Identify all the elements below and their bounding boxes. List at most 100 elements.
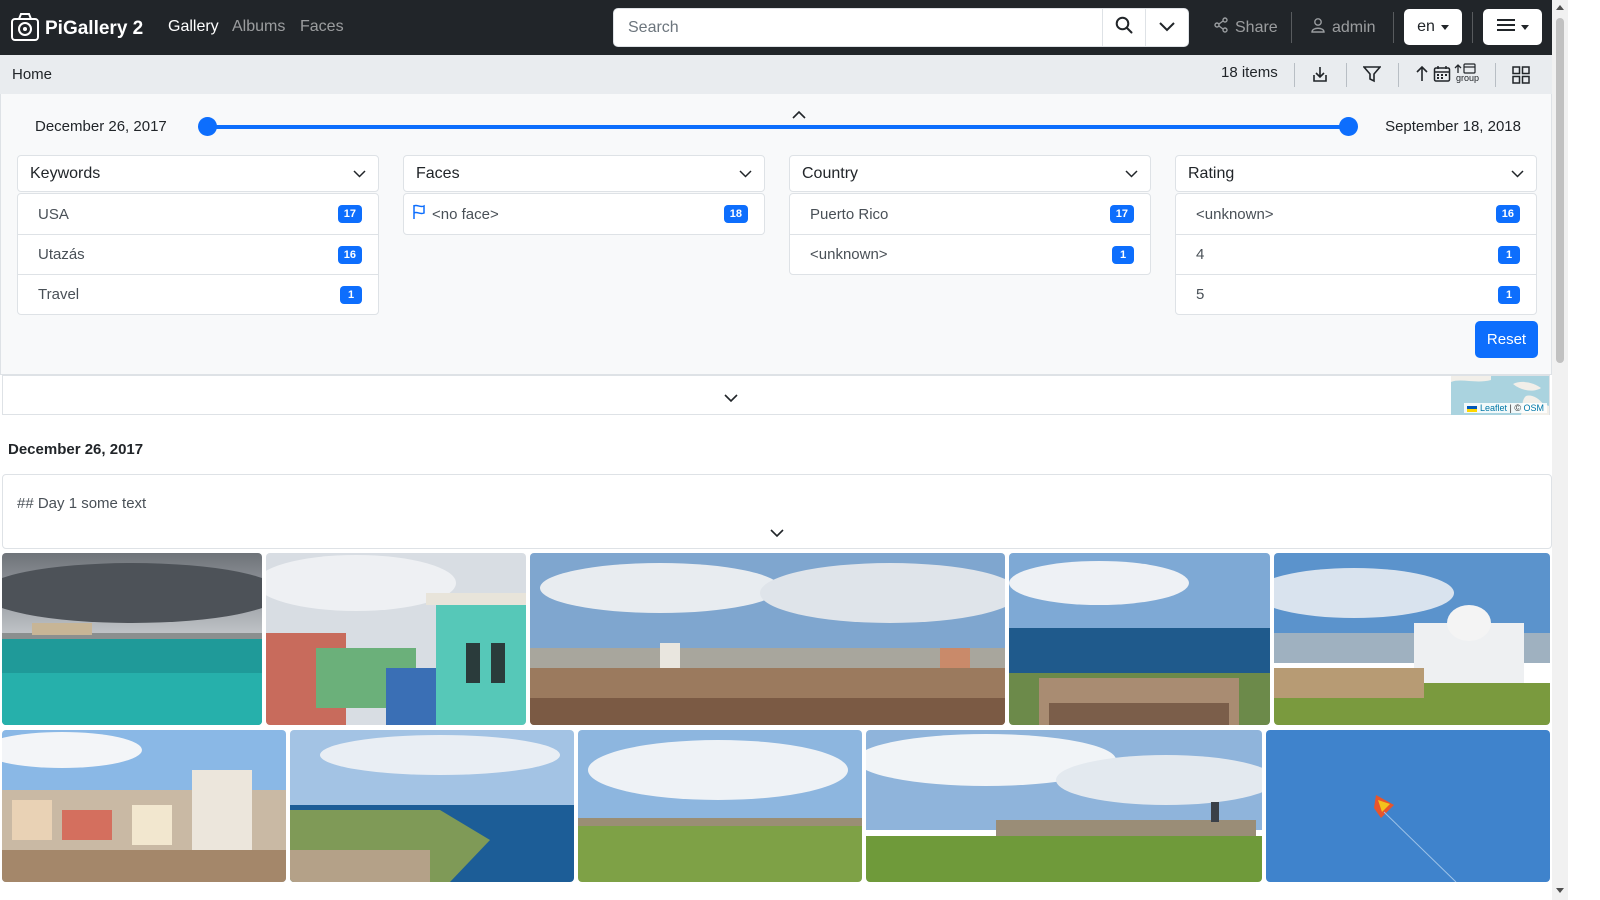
caret-down-icon bbox=[1440, 24, 1449, 30]
leaflet-link[interactable]: Leaflet bbox=[1480, 403, 1507, 413]
nav-faces[interactable]: Faces bbox=[300, 18, 344, 36]
map-attribution: Leaflet | © OSM bbox=[1464, 403, 1547, 413]
filter-option[interactable]: 51 bbox=[1176, 274, 1536, 314]
scrollbar-thumb[interactable] bbox=[1556, 18, 1564, 363]
reset-filters-button[interactable]: Reset bbox=[1475, 321, 1538, 358]
language-select[interactable]: en bbox=[1404, 9, 1462, 45]
count-badge: 1 bbox=[1112, 245, 1134, 264]
sort-ascending-icon[interactable] bbox=[1414, 64, 1430, 89]
option-label: 5 bbox=[1196, 286, 1205, 303]
main-menu-button[interactable] bbox=[1483, 9, 1542, 45]
filter-title: Rating bbox=[1188, 164, 1235, 182]
count-badge: 17 bbox=[337, 205, 362, 223]
breadcrumb-home[interactable]: Home bbox=[12, 66, 52, 83]
group-by-button[interactable]: group bbox=[1454, 63, 1480, 90]
toolbar-divider bbox=[1495, 63, 1496, 87]
chevron-down-icon bbox=[739, 165, 752, 183]
search-button[interactable] bbox=[1102, 9, 1145, 46]
count-badge: 1 bbox=[1498, 285, 1520, 304]
option-label: Puerto Rico bbox=[810, 205, 889, 223]
count-badge: 16 bbox=[1495, 205, 1520, 223]
toolbar-divider bbox=[1398, 63, 1399, 87]
share-button[interactable]: Share bbox=[1213, 17, 1278, 38]
advanced-search-toggle[interactable] bbox=[1145, 9, 1188, 46]
filter-country-select[interactable]: Country bbox=[789, 155, 1151, 192]
filter-faces: Faces <no face> 18 bbox=[403, 155, 765, 235]
app-title: PiGallery 2 bbox=[45, 17, 144, 39]
filter-rating-select[interactable]: Rating bbox=[1175, 155, 1537, 192]
count-badge: 1 bbox=[340, 285, 362, 304]
search-icon bbox=[1115, 16, 1133, 39]
filter-title: Country bbox=[802, 164, 859, 182]
photo-thumbnail[interactable] bbox=[2, 553, 262, 725]
chevron-down-icon bbox=[1125, 165, 1138, 183]
user-icon bbox=[1310, 17, 1326, 38]
map-thumbnail[interactable]: Leaflet | © OSM bbox=[1451, 376, 1549, 415]
filter-options: <no face> 18 bbox=[403, 193, 765, 235]
filter-rating: Rating <unknown> 16 41 51 bbox=[1175, 155, 1537, 315]
toolbar-divider bbox=[1294, 63, 1295, 87]
filter-option[interactable]: <unknown> 16 bbox=[1176, 194, 1536, 234]
filter-icon[interactable] bbox=[1362, 64, 1382, 89]
filter-option[interactable]: <no face> 18 bbox=[404, 194, 764, 234]
photo-thumbnail[interactable] bbox=[290, 730, 574, 882]
chevron-down-icon[interactable] bbox=[724, 390, 738, 408]
filter-option[interactable]: Puerto Rico 17 bbox=[790, 194, 1150, 234]
search-input[interactable] bbox=[614, 9, 1102, 46]
caret-down-icon bbox=[1520, 24, 1529, 30]
filter-country: Country Puerto Rico 17 <unknown> 1 bbox=[789, 155, 1151, 275]
note-text: ## Day 1 some text bbox=[17, 495, 147, 512]
chevron-down-icon[interactable] bbox=[770, 525, 784, 543]
chevron-down-icon bbox=[1511, 165, 1524, 183]
chevron-up-icon[interactable] bbox=[792, 106, 806, 124]
scroll-up-icon[interactable] bbox=[1556, 5, 1564, 10]
filter-title: Keywords bbox=[30, 164, 101, 182]
ukraine-flag-icon bbox=[1467, 405, 1478, 412]
filter-option[interactable]: USA 17 bbox=[18, 194, 378, 234]
user-label: admin bbox=[1332, 18, 1376, 36]
share-label: Share bbox=[1235, 18, 1278, 36]
nav-albums[interactable]: Albums bbox=[232, 18, 285, 36]
photo-thumbnail[interactable] bbox=[578, 730, 862, 882]
calendar-icon[interactable] bbox=[1433, 64, 1451, 89]
grid-view-icon[interactable] bbox=[1512, 66, 1530, 89]
group-label: group bbox=[1456, 73, 1480, 83]
photo-thumbnail[interactable] bbox=[1266, 730, 1550, 882]
filter-faces-select[interactable]: Faces bbox=[403, 155, 765, 192]
photo-thumbnail[interactable] bbox=[2, 730, 286, 882]
nav-gallery[interactable]: Gallery bbox=[168, 18, 219, 36]
photo-thumbnail[interactable] bbox=[866, 730, 1262, 882]
filter-title: Faces bbox=[416, 164, 460, 182]
osm-link[interactable]: OSM bbox=[1523, 403, 1544, 413]
nav-divider bbox=[1472, 12, 1473, 43]
filter-option[interactable]: 41 bbox=[1176, 234, 1536, 274]
scroll-down-icon[interactable] bbox=[1556, 888, 1564, 893]
camera-logo-icon bbox=[10, 10, 40, 47]
brand[interactable]: PiGallery 2 bbox=[10, 10, 143, 47]
day-note: ## Day 1 some text bbox=[2, 474, 1552, 549]
breadcrumb-bar: Home 18 items group bbox=[0, 55, 1552, 94]
download-icon[interactable] bbox=[1311, 64, 1329, 89]
nav-divider bbox=[1291, 12, 1292, 43]
option-label: Travel bbox=[38, 286, 80, 303]
filter-option[interactable]: <unknown> 1 bbox=[790, 234, 1150, 274]
slider-end-handle[interactable] bbox=[1338, 117, 1358, 136]
filter-keywords-select[interactable]: Keywords bbox=[17, 155, 379, 192]
hamburger-icon bbox=[1496, 18, 1515, 37]
filter-panel: December 26, 2017 September 18, 2018 Key… bbox=[0, 94, 1552, 375]
photo-thumbnail[interactable] bbox=[1274, 553, 1550, 725]
photo-thumbnail[interactable] bbox=[266, 553, 526, 725]
filter-options: USA 17 Utazás 16 Travel 1 bbox=[17, 193, 379, 315]
date-range-slider[interactable] bbox=[207, 125, 1348, 129]
user-menu[interactable]: admin bbox=[1310, 17, 1376, 38]
search-bar bbox=[613, 8, 1189, 47]
filter-option[interactable]: Travel 1 bbox=[18, 274, 378, 314]
gallery-date-heading: December 26, 2017 bbox=[8, 441, 144, 458]
nav-divider bbox=[1393, 12, 1394, 43]
filter-option[interactable]: Utazás 16 bbox=[18, 234, 378, 274]
filter-options: <unknown> 16 41 51 bbox=[1175, 193, 1537, 315]
slider-start-handle[interactable] bbox=[197, 117, 217, 136]
photo-thumbnail[interactable] bbox=[1009, 553, 1270, 725]
page-scrollbar[interactable] bbox=[1552, 0, 1568, 900]
photo-thumbnail[interactable] bbox=[530, 553, 1005, 725]
